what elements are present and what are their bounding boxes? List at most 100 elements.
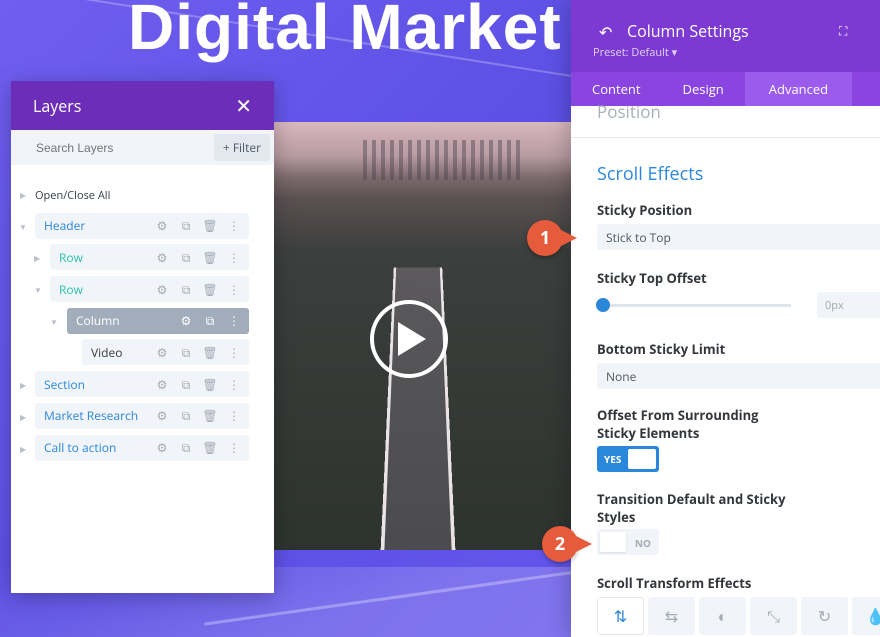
more-icon[interactable]: ⋮ [227, 409, 241, 423]
layers-tree: ▶ Open/Close All ▼ Header ⚙ ⧉ 🗑 ⋮ ▶ Row ⚙ ⧉ 🗑… [11, 165, 274, 464]
layer-tag[interactable]: Market Research ⚙ ⧉ 🗑 ⋮ [35, 403, 249, 429]
sticky-top-offset-slider[interactable] [601, 304, 791, 307]
layer-tag[interactable]: Video ⚙ ⧉ 🗑 ⋮ [82, 339, 249, 365]
duplicate-icon[interactable]: ⧉ [179, 441, 193, 455]
open-close-all[interactable]: Open/Close All [35, 188, 110, 203]
trash-icon[interactable]: 🗑 [203, 377, 217, 391]
gear-icon[interactable]: ⚙ [155, 345, 169, 359]
layer-label: Column [76, 312, 179, 329]
position-section-label[interactable]: Position [597, 100, 661, 123]
trash-icon[interactable]: 🗑 [203, 345, 217, 359]
video-skyline [363, 140, 523, 180]
more-icon[interactable]: ⋮ [227, 377, 241, 391]
layer-item-row[interactable]: ▼ Row ⚙ ⧉ 🗑 ⋮ [11, 274, 274, 306]
layer-tag-active[interactable]: Column ⚙ ⧉ ⋮ [67, 308, 249, 334]
collapse-arrow-icon[interactable]: ▼ [19, 222, 27, 233]
callout-badge: 2 [542, 526, 578, 562]
expand-arrow-icon[interactable]: ▶ [20, 412, 26, 423]
layer-item-header[interactable]: ▼ Header ⚙ ⧉ 🗑 ⋮ [11, 211, 274, 243]
vertical-motion-icon[interactable]: ⇅ [597, 597, 644, 635]
gear-icon[interactable]: ⚙ [155, 219, 169, 233]
trash-icon[interactable]: 🗑 [203, 250, 217, 264]
layers-header: Layers ✕ [11, 81, 274, 130]
expand-arrow-icon[interactable]: ▶ [20, 190, 26, 201]
hero-title[interactable]: Digital Market [128, 0, 562, 64]
gear-icon[interactable]: ⚙ [155, 250, 169, 264]
layer-tag[interactable]: Section ⚙⧉🗑⋮ [35, 371, 249, 397]
gear-icon[interactable]: ⚙ [155, 441, 169, 455]
trash-icon[interactable]: 🗑 [203, 441, 217, 455]
expand-arrow-icon[interactable]: ▶ [20, 380, 26, 391]
layer-item-video[interactable]: Video ⚙ ⧉ 🗑 ⋮ [11, 337, 274, 369]
duplicate-icon[interactable]: ⧉ [179, 250, 193, 264]
layer-tag[interactable]: Row ⚙ ⧉ 🗑 ⋮ [50, 276, 249, 302]
callout-badge: 1 [527, 220, 563, 256]
duplicate-icon[interactable]: ⧉ [179, 377, 193, 391]
sticky-top-offset-input[interactable]: 0px [817, 292, 880, 318]
duplicate-icon[interactable]: ⧉ [179, 219, 193, 233]
rotate-icon[interactable]: ↻ [801, 597, 848, 635]
open-close-all-row[interactable]: ▶ Open/Close All [11, 179, 274, 211]
layer-label: Video [91, 344, 155, 361]
gear-icon[interactable]: ⚙ [155, 409, 169, 423]
play-icon [398, 322, 426, 356]
duplicate-icon[interactable]: ⧉ [203, 314, 217, 328]
layer-item-column[interactable]: ▼ Column ⚙ ⧉ ⋮ [11, 306, 274, 338]
layer-label: Row [59, 281, 155, 298]
duplicate-icon[interactable]: ⧉ [179, 345, 193, 359]
collapse-arrow-icon[interactable]: ▼ [34, 285, 42, 296]
offset-surrounding-label: Offset From Surrounding Sticky Elements [597, 406, 767, 442]
expand-arrow-icon[interactable]: ▶ [20, 444, 26, 455]
layers-panel: Layers ✕ + Filter ▶ Open/Close All ▼ Hea… [11, 81, 274, 593]
layer-label: Row [59, 249, 155, 266]
offset-surrounding-toggle[interactable]: YES [597, 446, 659, 472]
trash-icon[interactable]: 🗑 [203, 409, 217, 423]
trash-icon[interactable]: 🗑 [203, 219, 217, 233]
more-icon[interactable]: ⋮ [227, 345, 241, 359]
more-icon[interactable]: ⋮ [227, 250, 241, 264]
trash-icon[interactable]: 🗑 [203, 282, 217, 296]
gear-icon[interactable]: ⚙ [155, 377, 169, 391]
duplicate-icon[interactable]: ⧉ [179, 282, 193, 296]
scroll-transform-effects: ⇅ ⇆ ◐ ⤡ ↻ 💧 [597, 597, 880, 635]
sticky-position-label: Sticky Position [597, 201, 692, 219]
close-icon[interactable]: ✕ [235, 92, 252, 119]
scale-icon[interactable]: ⤡ [750, 597, 797, 635]
play-button[interactable] [370, 300, 448, 378]
layer-tag[interactable]: Call to action ⚙ ⧉ 🗑 ⋮ [35, 435, 249, 461]
gear-icon[interactable]: ⚙ [155, 282, 169, 296]
layers-search-bar: + Filter [11, 130, 274, 165]
fade-icon[interactable]: ◐ [699, 597, 746, 635]
layer-item-call-to-action[interactable]: ▶ Call to action ⚙ ⧉ 🗑 ⋮ [11, 433, 274, 465]
bottom-sticky-limit-label: Bottom Sticky Limit [597, 340, 725, 358]
gear-icon[interactable]: ⚙ [179, 314, 193, 328]
bottom-sticky-limit-select[interactable]: None [597, 363, 880, 389]
filter-button[interactable]: + Filter [214, 134, 270, 161]
slider-handle[interactable] [596, 298, 610, 312]
expand-arrow-icon[interactable]: ▶ [34, 253, 40, 264]
transition-toggle[interactable]: NO [597, 529, 659, 555]
scroll-effects-title[interactable]: Scroll Effects [597, 162, 703, 186]
collapse-arrow-icon[interactable]: ▼ [50, 317, 58, 328]
toggle-knob [600, 532, 626, 552]
layer-label: Market Research [44, 407, 155, 424]
blur-icon[interactable]: 💧 [852, 597, 880, 635]
transition-label: Transition Default and Sticky Styles [597, 490, 787, 526]
layer-item-market-research[interactable]: ▶ Market Research ⚙ ⧉ 🗑 ⋮ [11, 401, 274, 433]
duplicate-icon[interactable]: ⧉ [179, 409, 193, 423]
more-icon[interactable]: ⋮ [227, 441, 241, 455]
layers-title: Layers [33, 95, 81, 117]
sticky-position-select[interactable]: Stick to Top [597, 224, 880, 250]
layer-item-section[interactable]: ▶ Section ⚙⧉🗑⋮ [11, 369, 274, 401]
layer-tag[interactable]: Row ⚙ ⧉ 🗑 ⋮ [50, 244, 249, 270]
horizontal-motion-icon[interactable]: ⇆ [648, 597, 695, 635]
more-icon[interactable]: ⋮ [227, 282, 241, 296]
more-icon[interactable]: ⋮ [227, 314, 241, 328]
search-input[interactable] [36, 141, 186, 155]
layer-item-row[interactable]: ▶ Row ⚙ ⧉ 🗑 ⋮ [11, 242, 274, 274]
layer-label: Header [44, 217, 155, 234]
sticky-top-offset-label: Sticky Top Offset [597, 269, 707, 287]
layer-label: Call to action [44, 439, 155, 456]
more-icon[interactable]: ⋮ [227, 219, 241, 233]
layer-tag[interactable]: Header ⚙ ⧉ 🗑 ⋮ [35, 213, 249, 239]
